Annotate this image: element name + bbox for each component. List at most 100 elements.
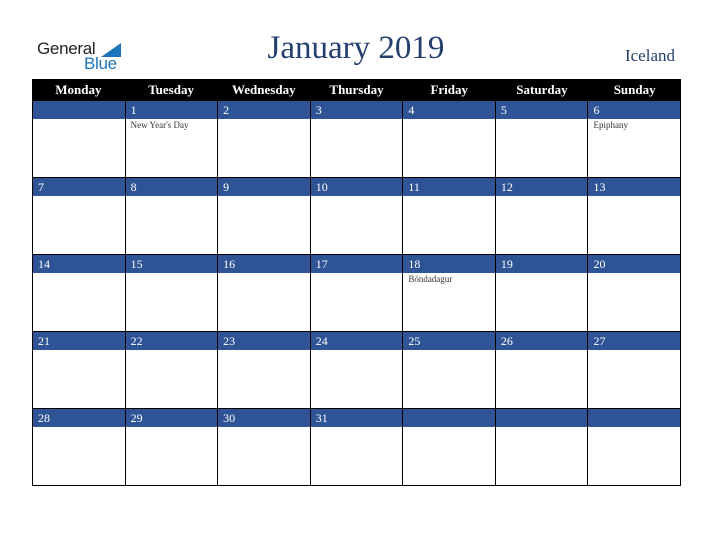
day-cell: 6 Epiphany xyxy=(587,101,682,178)
day-cell: 13 xyxy=(587,178,682,255)
day-cell: 24 xyxy=(309,332,403,409)
day-cell: 12 xyxy=(494,178,588,255)
holiday-label xyxy=(496,350,588,351)
holiday-label xyxy=(33,119,125,120)
day-number: 15 xyxy=(125,255,218,273)
holiday-label xyxy=(311,350,403,351)
holiday-label: Bóndadagur xyxy=(408,274,453,284)
country-label: Iceland xyxy=(624,46,675,65)
weekday-label: Friday xyxy=(430,82,469,97)
day-cell: 3 xyxy=(309,101,403,178)
holiday-label xyxy=(126,196,218,197)
holiday-label xyxy=(126,273,218,274)
week-row: 7 8 9 10 11 12 13 xyxy=(32,178,682,255)
day-number xyxy=(495,409,588,427)
weekday-label: Tuesday xyxy=(148,82,194,97)
day-cell: 10 xyxy=(309,178,403,255)
holiday-label xyxy=(218,273,310,274)
day-cell xyxy=(402,409,495,486)
calendar-grid: Monday Tuesday Wednesday Thursday Friday… xyxy=(32,79,682,486)
holiday-label: Epiphany xyxy=(593,120,628,130)
day-cell: 20 xyxy=(587,255,682,332)
holiday-label xyxy=(126,427,218,428)
day-number: 22 xyxy=(125,332,218,350)
day-cell: 11 xyxy=(402,178,495,255)
holiday-label xyxy=(218,427,310,428)
holiday-label xyxy=(496,119,588,120)
day-cell: 21 xyxy=(32,332,125,409)
day-cell xyxy=(32,101,125,178)
day-cell: 2 xyxy=(217,101,310,178)
holiday-label xyxy=(588,427,680,428)
holiday-label xyxy=(403,350,495,351)
holiday-label xyxy=(403,196,495,197)
holiday-label xyxy=(496,196,588,197)
day-cell: 23 xyxy=(217,332,310,409)
day-number: 28 xyxy=(33,409,125,427)
day-number: 4 xyxy=(403,101,495,119)
week-row: 1 New Year's Day 2 3 4 5 6 Epiphany xyxy=(32,101,682,178)
day-number: 18 xyxy=(403,255,495,273)
day-cell: 15 xyxy=(124,255,218,332)
weekday-label: Sunday xyxy=(613,82,656,97)
week-row: 14 15 16 17 18 Bóndadagur 19 20 xyxy=(32,255,682,332)
holiday-label xyxy=(588,196,680,197)
day-cell: 7 xyxy=(32,178,125,255)
day-cell: 1 New Year's Day xyxy=(124,101,218,178)
holiday-label: New Year's Day xyxy=(130,120,189,130)
day-cell: 9 xyxy=(217,178,310,255)
day-number: 27 xyxy=(588,332,681,350)
day-cell: 28 xyxy=(32,409,125,486)
holiday-label xyxy=(588,350,680,351)
weekday-label: Monday xyxy=(55,82,102,97)
calendar-title: January 2019 xyxy=(267,30,445,66)
holiday-label xyxy=(126,350,218,351)
day-number: 10 xyxy=(310,178,403,196)
holiday-label xyxy=(33,427,125,428)
day-number: 11 xyxy=(403,178,495,196)
holiday-label xyxy=(311,273,403,274)
week-row: 21 22 23 24 25 26 27 xyxy=(32,332,682,409)
day-number: 3 xyxy=(310,101,403,119)
holiday-label xyxy=(33,273,125,274)
day-number: 23 xyxy=(218,332,310,350)
day-cell: 16 xyxy=(217,255,310,332)
day-number: 12 xyxy=(495,178,588,196)
weekday-header: Monday Tuesday Wednesday Thursday Friday… xyxy=(32,79,681,101)
day-cell: 5 xyxy=(494,101,588,178)
day-cell xyxy=(587,409,682,486)
day-cell xyxy=(494,409,588,486)
day-number: 29 xyxy=(125,409,218,427)
day-cell: 30 xyxy=(217,409,310,486)
day-number: 2 xyxy=(218,101,310,119)
day-number: 1 xyxy=(125,101,218,119)
day-number xyxy=(403,409,495,427)
day-cell: 14 xyxy=(32,255,125,332)
weekday-label: Thursday xyxy=(329,82,384,97)
day-cell: 25 xyxy=(402,332,495,409)
holiday-label xyxy=(218,119,310,120)
holiday-label xyxy=(218,350,310,351)
day-number xyxy=(588,409,681,427)
day-number: 31 xyxy=(310,409,403,427)
day-number: 16 xyxy=(218,255,310,273)
day-number: 9 xyxy=(218,178,310,196)
day-number: 14 xyxy=(33,255,125,273)
holiday-label xyxy=(496,273,588,274)
holiday-label xyxy=(33,350,125,351)
day-number: 19 xyxy=(495,255,588,273)
day-number: 21 xyxy=(33,332,125,350)
day-number: 26 xyxy=(495,332,588,350)
day-cell: 31 xyxy=(309,409,403,486)
day-number: 20 xyxy=(588,255,681,273)
holiday-label xyxy=(311,119,403,120)
day-cell: 26 xyxy=(494,332,588,409)
day-number xyxy=(33,101,125,119)
weekday-label: Wednesday xyxy=(232,82,296,97)
holiday-label xyxy=(33,196,125,197)
day-number: 30 xyxy=(218,409,310,427)
day-number: 25 xyxy=(403,332,495,350)
day-number: 8 xyxy=(125,178,218,196)
day-cell: 8 xyxy=(124,178,218,255)
week-row: 28 29 30 31 xyxy=(32,409,682,486)
